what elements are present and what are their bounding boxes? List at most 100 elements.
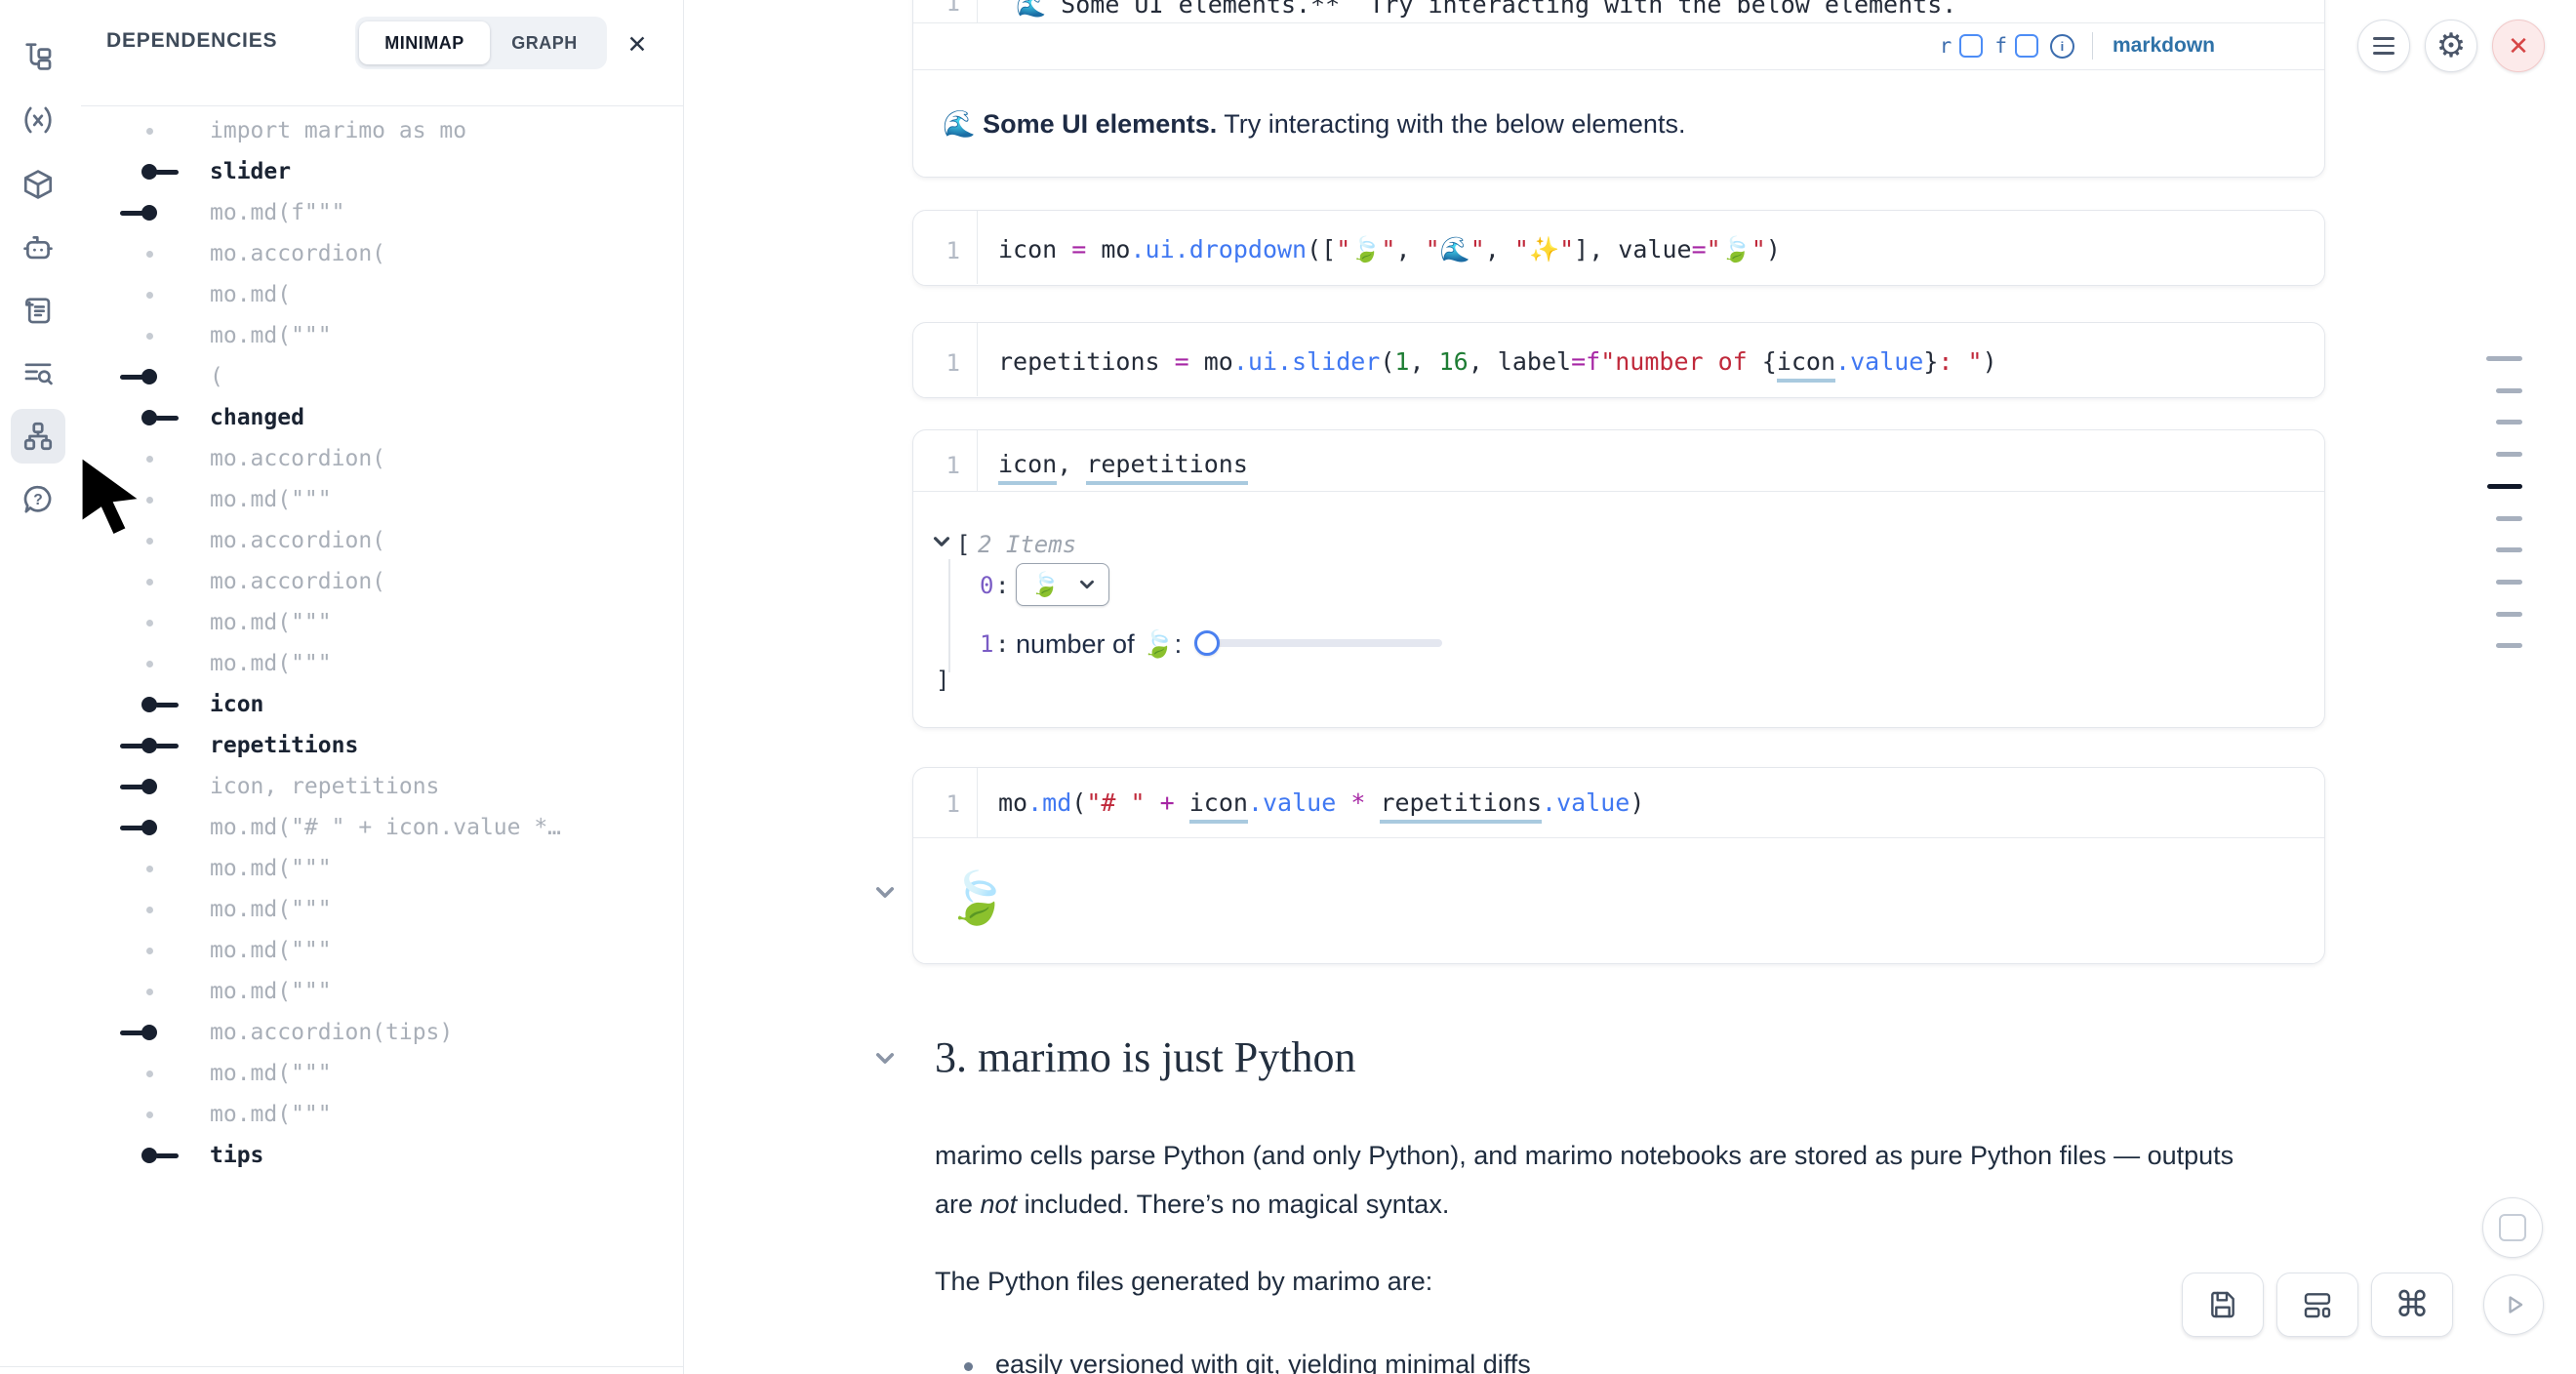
variables-icon[interactable]	[11, 93, 65, 147]
minimap-row[interactable]: mo.accordion(tips)	[81, 1012, 683, 1053]
code-line[interactable]: repetitions = mo.ui.slider(1, 16, label=…	[998, 349, 1997, 374]
section-collapse-chevron-icon[interactable]	[874, 1052, 896, 1065]
run-all-button[interactable]	[2483, 1274, 2544, 1335]
layout-button[interactable]	[2276, 1273, 2358, 1337]
minimap-row[interactable]: tips	[81, 1135, 683, 1176]
minimap-row[interactable]: mo.md("""	[81, 930, 683, 971]
cell-ref-marker-icon	[116, 807, 181, 848]
code-line[interactable]: icon = mo.ui.dropdown(["🍃", "🌊", "✨"], v…	[998, 237, 1781, 262]
file-tree-icon[interactable]	[11, 28, 65, 83]
scroll-dash[interactable]	[2496, 643, 2522, 648]
settings-button[interactable]: ⚙	[2425, 20, 2477, 72]
minimap-row[interactable]: (	[81, 356, 683, 397]
code-token	[1175, 788, 1189, 817]
format-checkbox[interactable]	[2015, 34, 2038, 58]
icon-dropdown-select[interactable]: 🍃	[1016, 563, 1109, 606]
minimap-row[interactable]: mo.md("""	[81, 315, 683, 356]
repetitions-slider-track[interactable]	[1202, 639, 1442, 647]
code-line[interactable]: mo.md("# " + icon.value * repetitions.va…	[998, 790, 1644, 815]
scroll-dash-active[interactable]	[2487, 484, 2522, 489]
ai-assistant-icon[interactable]	[11, 221, 65, 275]
minimap-row[interactable]: changed	[81, 397, 683, 438]
logs-search-icon[interactable]	[11, 346, 65, 401]
scroll-dash[interactable]	[2496, 612, 2522, 617]
close-icon: ✕	[2508, 31, 2529, 61]
minimap-row[interactable]: import marimo as mo	[81, 110, 683, 151]
language-markdown-button[interactable]: markdown	[2113, 34, 2215, 58]
scroll-dash[interactable]	[2496, 580, 2522, 585]
cell-md-concat[interactable]: 1 mo.md("# " + icon.value * repetitions.…	[912, 767, 2325, 964]
code-token: mo	[998, 788, 1027, 817]
minimap-row[interactable]: slider	[81, 151, 683, 192]
minimap-row[interactable]: mo.accordion(	[81, 233, 683, 274]
scroll-dash[interactable]	[2496, 516, 2522, 521]
minimap-row[interactable]: mo.md("""	[81, 643, 683, 684]
scroll-dash[interactable]	[2496, 420, 2522, 424]
dependencies-icon[interactable]	[11, 409, 65, 464]
code-token: .value	[1542, 788, 1630, 817]
minimap-row[interactable]: icon, repetitions	[81, 766, 683, 807]
code-token: )	[1766, 235, 1781, 263]
minimap-row-label: mo.md("""	[210, 479, 332, 520]
repetitions-slider-knob[interactable]	[1194, 630, 1220, 656]
notebook-menu-button[interactable]	[2357, 20, 2410, 72]
editor-bottom-divider	[913, 22, 2324, 23]
format-toggle-label: f	[1994, 34, 2007, 58]
minimap-row-label: mo.md("# " + icon.value *…	[210, 807, 561, 848]
scroll-dash[interactable]	[2496, 388, 2522, 393]
code-token: "number of	[1600, 347, 1762, 376]
paragraph-line: are not included. There’s no magical syn…	[935, 1189, 1449, 1220]
code-token: .md	[1027, 788, 1071, 817]
config-separator	[2092, 32, 2093, 60]
info-icon[interactable]: i	[2050, 34, 2074, 59]
cell-slider-def[interactable]: 1 repetitions = mo.ui.slider(1, 16, labe…	[912, 322, 2325, 398]
minimap-row-label: (	[210, 356, 223, 397]
code-token	[1336, 788, 1350, 817]
minimap-row[interactable]: mo.md("""	[81, 1053, 683, 1094]
shortcuts-button[interactable]: ⌘	[2371, 1273, 2453, 1337]
snippets-icon[interactable]	[11, 283, 65, 338]
minimap-row[interactable]: mo.md(f"""	[81, 192, 683, 233]
tree-collapse-icon[interactable]	[933, 536, 950, 547]
cell-markdown-intro[interactable]: 1 🌊 Some UI elements.** Try interacting …	[912, 0, 2325, 178]
reactive-checkbox[interactable]	[1959, 34, 1983, 58]
code-token: {	[1762, 347, 1777, 376]
line-number: 1	[913, 237, 960, 264]
minimap-row[interactable]: mo.md("""	[81, 971, 683, 1012]
minimap-row-label: slider	[210, 151, 291, 192]
code-token: )	[1630, 788, 1644, 817]
stop-kernel-button[interactable]	[2482, 1197, 2543, 1258]
packages-icon[interactable]	[11, 157, 65, 212]
minimap-row[interactable]: icon	[81, 684, 683, 725]
italic-segment: not	[981, 1190, 1018, 1219]
minimap-row[interactable]: mo.md("""	[81, 848, 683, 889]
minimap-row-label: tips	[210, 1135, 263, 1176]
minimap-row[interactable]: mo.md(	[81, 274, 683, 315]
minimap-row[interactable]: mo.accordion(	[81, 561, 683, 602]
cell-dropdown-def[interactable]: 1 icon = mo.ui.dropdown(["🍃", "🌊", "✨"],…	[912, 210, 2325, 286]
minimap-row[interactable]: mo.md("""	[81, 602, 683, 643]
minimap-row[interactable]: mo.md("# " + icon.value *…	[81, 807, 683, 848]
scroll-dash[interactable]	[2496, 452, 2522, 457]
scroll-dash[interactable]	[2486, 356, 2522, 361]
code-line[interactable]: icon, repetitions	[998, 452, 1248, 476]
code-line[interactable]: 🌊 Some UI elements.** Try interacting wi…	[1016, 0, 1956, 17]
cell-dot-icon	[116, 930, 181, 971]
scroll-dash[interactable]	[2496, 547, 2522, 552]
cell-collapse-chevron-icon[interactable]	[874, 886, 896, 899]
code-token: (	[1380, 347, 1394, 376]
minimap-row[interactable]: mo.md("""	[81, 889, 683, 930]
close-panel-button[interactable]: ✕	[620, 27, 655, 62]
layout-icon	[2302, 1289, 2333, 1320]
code-token: ([	[1307, 235, 1336, 263]
cell-tuple-output[interactable]: 1 icon, repetitions [ 2 Items 0 : 🍃 1 : …	[912, 429, 2325, 728]
tab-graph[interactable]: GRAPH	[490, 21, 599, 64]
tab-minimap[interactable]: MINIMAP	[359, 21, 490, 64]
help-icon[interactable]: ?	[11, 472, 65, 527]
minimap-row[interactable]: mo.md("""	[81, 1094, 683, 1135]
minimap-row-label: mo.accordion(	[210, 233, 385, 274]
minimap-row[interactable]: repetitions	[81, 725, 683, 766]
shutdown-button[interactable]: ✕	[2492, 20, 2545, 72]
cell-dot-icon	[116, 561, 181, 602]
save-button[interactable]	[2182, 1273, 2264, 1337]
